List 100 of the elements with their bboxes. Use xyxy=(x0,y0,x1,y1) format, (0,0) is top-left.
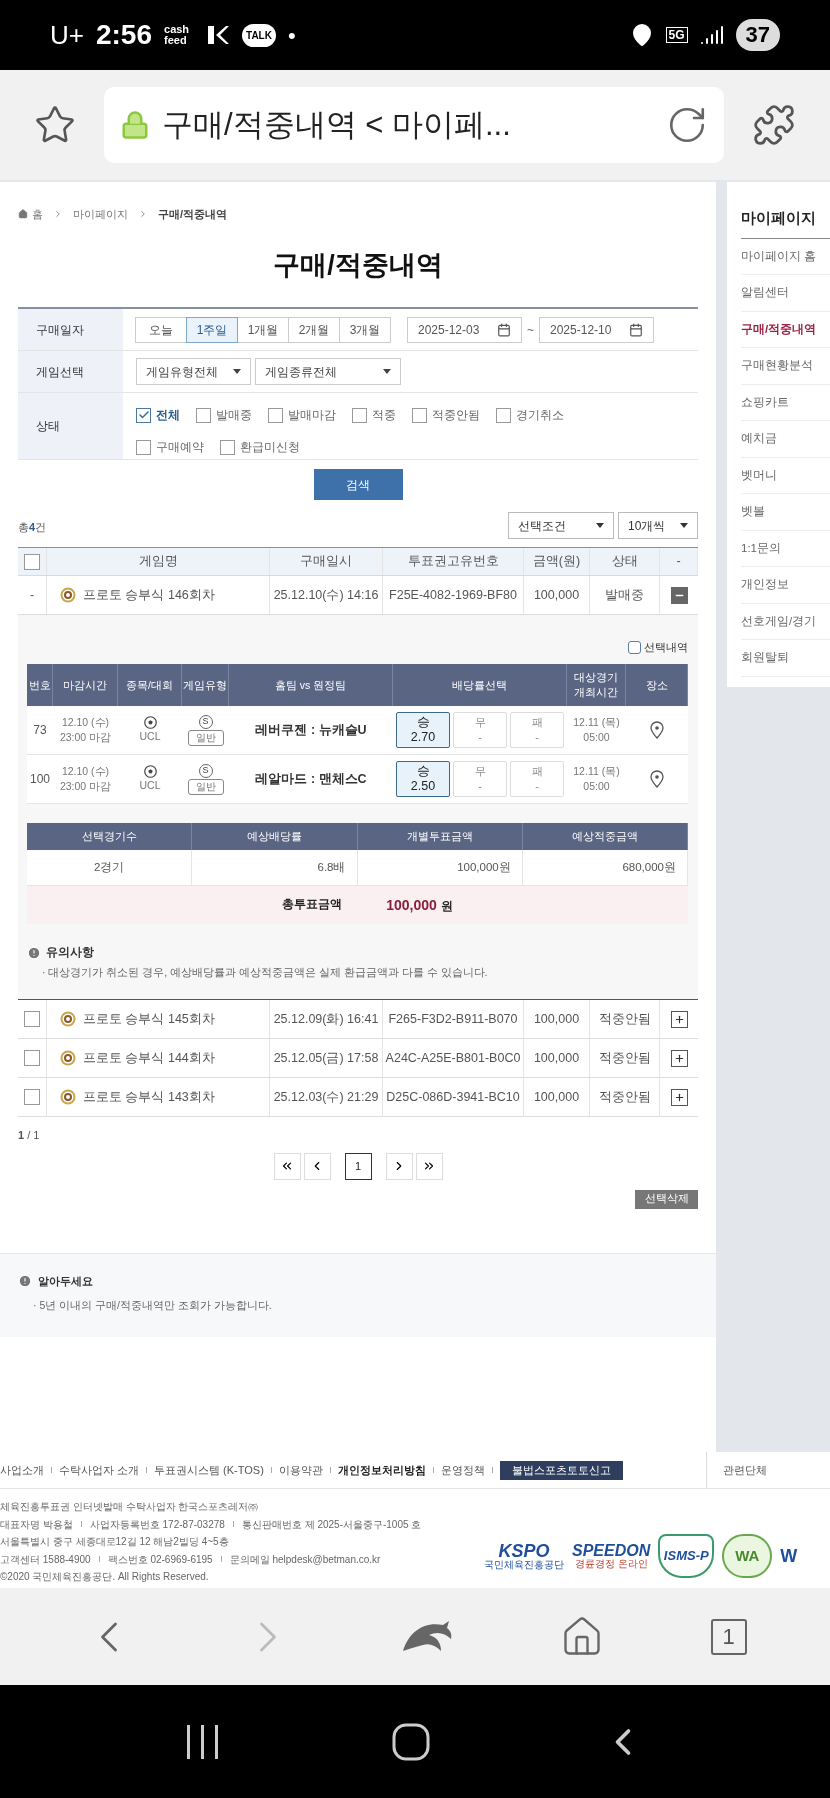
sidebar-title: 마이페이지 xyxy=(741,182,830,239)
footer-link[interactable]: 개인정보처리방침 xyxy=(337,1461,426,1479)
first-page-button[interactable] xyxy=(273,1152,301,1180)
checkbox[interactable] xyxy=(24,1011,40,1027)
sidebar-item[interactable]: 예치금 xyxy=(741,421,830,458)
checkbox[interactable] xyxy=(628,640,641,654)
sidebar-item[interactable]: 구매/적중내역 xyxy=(741,311,830,349)
odds-button[interactable]: 승 2.70 xyxy=(396,712,450,748)
company-info: 대표자명 박용철 xyxy=(0,1517,73,1532)
sidebar-item[interactable]: 1:1문의 xyxy=(741,530,830,568)
logo: KSPO 국민체육진흥공단 xyxy=(484,1542,564,1570)
filter-label: 게임선택 xyxy=(18,351,123,392)
report-link[interactable]: 불법스포츠토토신고 xyxy=(499,1460,623,1480)
breadcrumb-link[interactable]: 홈 xyxy=(32,206,43,223)
calendar-icon[interactable] xyxy=(629,322,643,337)
sidebar-item[interactable]: 마이페이지 홈 xyxy=(741,238,830,276)
deadline-date: 12.10 (수) xyxy=(61,715,110,730)
date-field[interactable]: 2025-12-03 xyxy=(407,316,522,343)
game-type-tag: 일반 xyxy=(187,729,224,746)
sidebar-item[interactable]: 알림센터 xyxy=(741,275,830,312)
league-label: UCL xyxy=(139,778,161,793)
company-info: 팩스번호 02-6969-6195 xyxy=(107,1552,213,1567)
expand-button[interactable] xyxy=(670,1049,688,1067)
checkbox[interactable] xyxy=(24,1089,40,1105)
sidebar-item[interactable]: 구매현황분석 xyxy=(741,348,830,385)
dropdown[interactable]: 게임종류전체 xyxy=(255,358,401,385)
notice-text: · 대상경기가 취소된 경우, 예상배당률과 예상적중금액은 실제 환급금액과 다를 수 있습니다. xyxy=(42,965,489,981)
collapse-button[interactable] xyxy=(670,586,688,604)
sidebar-item[interactable]: 회원탈퇴 xyxy=(741,640,830,677)
filter-label: 구매일자 xyxy=(18,309,123,350)
search-button[interactable]: 검색 xyxy=(313,469,403,500)
extension-icon[interactable] xyxy=(752,103,796,147)
sidebar-item[interactable]: 벳볼 xyxy=(741,494,830,531)
table-cell: 적중안됨 xyxy=(590,1000,660,1038)
tabs-button[interactable]: 1 xyxy=(710,1618,747,1655)
expand-button[interactable] xyxy=(670,1088,688,1106)
home-button-icon[interactable] xyxy=(392,1722,430,1761)
related-link[interactable]: 관련단체 xyxy=(706,1452,767,1488)
checkbox[interactable] xyxy=(24,1050,40,1066)
last-page-icon xyxy=(422,1159,436,1173)
odds-button[interactable]: 승 2.50 xyxy=(396,761,450,797)
deadline-time: 23:00 마감 xyxy=(59,779,112,794)
footer-link[interactable]: 이용약관 xyxy=(278,1461,323,1479)
column-header: 금액(원) xyxy=(524,548,590,575)
page-button[interactable]: 1 xyxy=(344,1152,372,1180)
sidebar-item[interactable]: 쇼핑카트 xyxy=(741,384,830,422)
footer-link[interactable]: 운영정책 xyxy=(440,1461,485,1479)
breadcrumb-link[interactable]: 구매/적중내역 xyxy=(158,206,228,223)
expand-button[interactable] xyxy=(670,1010,688,1028)
start-time: 05:00 xyxy=(583,730,610,745)
sidebar-item[interactable]: 개인정보 xyxy=(741,567,830,604)
status-option: 발매마감 xyxy=(288,406,336,424)
location-pin-icon[interactable] xyxy=(650,721,664,739)
breadcrumb-link[interactable]: 마이페이지 xyxy=(73,206,128,223)
home-icon xyxy=(18,209,28,220)
calendar-icon[interactable] xyxy=(497,322,511,337)
league-label: UCL xyxy=(139,729,161,744)
summary-cell: 6.8배 xyxy=(192,850,358,885)
footer-link[interactable]: 투표권시스템 (K-TOS) xyxy=(154,1461,264,1479)
dropdown[interactable]: 선택조건 xyxy=(508,512,614,539)
odds-button[interactable]: 패 - xyxy=(510,712,564,748)
delete-selected-button[interactable]: 선택삭제 xyxy=(635,1189,698,1209)
checkbox[interactable] xyxy=(136,439,151,455)
checkbox[interactable] xyxy=(24,553,40,570)
footer-link[interactable]: 사업소개 xyxy=(0,1461,44,1479)
page-title: 구매/적중내역 < 마이페... xyxy=(162,105,512,144)
sidebar-item[interactable]: 선호게임/경기 xyxy=(741,603,830,641)
period-tab[interactable]: 1주일 xyxy=(186,316,238,343)
table-cell: 25.12.05(금) 17:58 xyxy=(270,1039,383,1077)
battery: 37 xyxy=(735,19,780,51)
location-pin-icon[interactable] xyxy=(650,770,664,788)
checkbox[interactable] xyxy=(196,407,211,423)
period-tab[interactable]: 3개월 xyxy=(339,316,391,343)
checkbox[interactable] xyxy=(220,439,235,455)
date-field[interactable]: 2025-12-10 xyxy=(539,316,654,343)
checkbox[interactable] xyxy=(136,407,151,423)
summary-cell: 100,000원 xyxy=(357,850,523,885)
last-page-button[interactable] xyxy=(415,1152,443,1180)
dropdown[interactable]: 게임유형전체 xyxy=(136,358,251,385)
odds-button[interactable]: 무 - xyxy=(453,712,507,748)
sidebar-item[interactable]: 벳머니 xyxy=(741,457,830,495)
odds-button[interactable]: 패 - xyxy=(510,761,564,797)
period-tab[interactable]: 2개월 xyxy=(288,316,340,343)
odds-button[interactable]: 무 - xyxy=(453,761,507,797)
checkbox[interactable] xyxy=(412,407,427,423)
period-tab[interactable]: 1개월 xyxy=(237,316,289,343)
info-text: · 5년 이내의 구매/적중내역만 조회가 가능합니다. xyxy=(33,1298,273,1313)
dot: • xyxy=(287,21,296,50)
checkbox[interactable] xyxy=(352,407,367,423)
address-bar[interactable]: 구매/적중내역 < 마이페... xyxy=(104,87,724,163)
checkbox[interactable] xyxy=(268,407,283,423)
match-teams: 레알마드 : 맨체스C xyxy=(254,770,368,788)
status-option: 적중안됨 xyxy=(432,406,480,424)
checkbox[interactable] xyxy=(496,407,511,423)
start-time: 05:00 xyxy=(583,779,610,794)
dropdown[interactable]: 10개씩 xyxy=(618,512,698,539)
app-notification: cash feed xyxy=(164,24,191,46)
deadline-time: 23:00 마감 xyxy=(59,730,112,745)
period-tab[interactable]: 오늘 xyxy=(135,316,187,343)
footer-link[interactable]: 수탁사업자 소개 xyxy=(59,1461,140,1479)
